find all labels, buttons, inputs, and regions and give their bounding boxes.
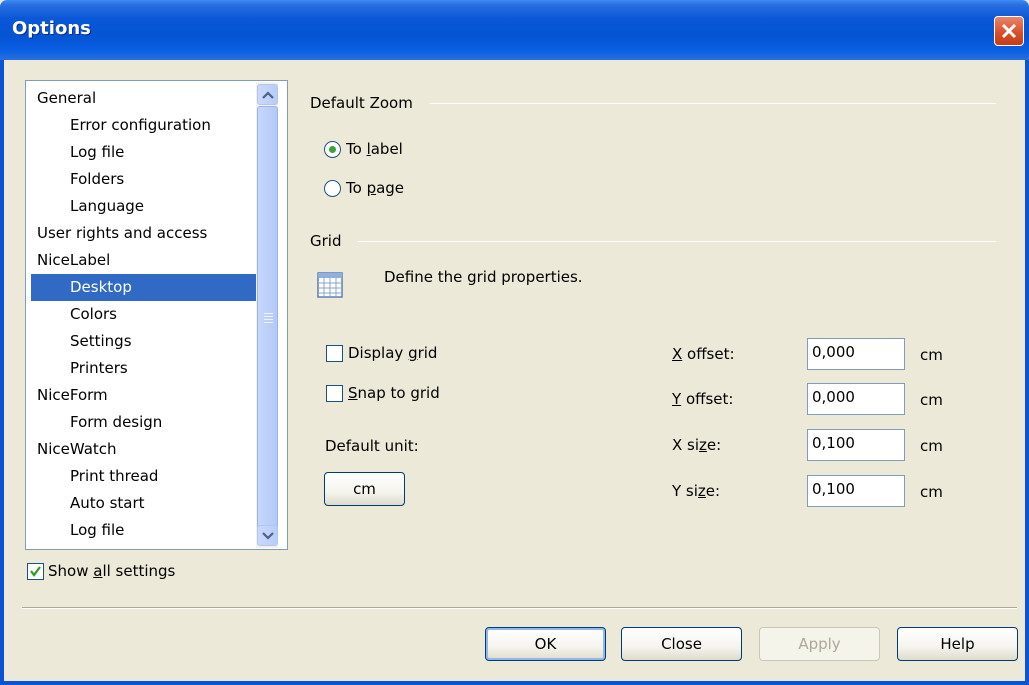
checkmark-icon	[30, 566, 41, 577]
tree-item-general[interactable]: General	[26, 85, 256, 112]
tree-item-colors[interactable]: Colors	[26, 301, 256, 328]
tree-item-folders[interactable]: Folders	[26, 166, 256, 193]
grid-icon	[317, 272, 343, 298]
scroll-up-button[interactable]	[257, 84, 278, 105]
tree-item-nicewatch[interactable]: NiceWatch	[26, 436, 256, 463]
tree-item-language[interactable]: Language	[26, 193, 256, 220]
scroll-down-button[interactable]	[257, 525, 278, 546]
x-offset-input[interactable]: 0,000	[807, 338, 905, 370]
tree-item-desktop[interactable]: Desktop	[31, 274, 256, 301]
display-grid-checkbox[interactable]	[326, 345, 343, 362]
grid-rule	[358, 241, 996, 242]
close-button[interactable]: Close	[621, 627, 742, 661]
to-label-label[interactable]: To label	[346, 140, 403, 158]
apply-button[interactable]: Apply	[759, 627, 880, 661]
x-offset-unit: cm	[920, 346, 943, 364]
settings-tree[interactable]: General Error configuration Log file Fol…	[25, 80, 288, 550]
grid-heading: Grid	[310, 232, 342, 250]
show-all-settings-checkbox[interactable]	[27, 563, 44, 580]
tree-item-log-file-2[interactable]: Log file	[26, 517, 256, 544]
tree-item-printers[interactable]: Printers	[26, 355, 256, 382]
grid-description: Define the grid properties.	[384, 268, 583, 286]
close-icon	[1001, 23, 1017, 39]
close-window-button[interactable]	[994, 16, 1024, 46]
show-all-settings-label[interactable]: Show all settings	[48, 562, 175, 580]
tree-item-nicelabel[interactable]: NiceLabel	[26, 247, 256, 274]
title-bar: Options	[0, 0, 1029, 60]
scroll-thumb[interactable]	[257, 106, 278, 530]
tree-item-niceform[interactable]: NiceForm	[26, 382, 256, 409]
to-page-radio[interactable]	[324, 180, 341, 197]
default-zoom-heading: Default Zoom	[310, 94, 413, 112]
default-zoom-rule	[430, 103, 996, 104]
y-offset-unit: cm	[920, 391, 943, 409]
to-label-radio[interactable]	[324, 141, 341, 158]
ok-button[interactable]: OK	[485, 627, 606, 661]
unit-button[interactable]: cm	[324, 472, 405, 506]
y-offset-input[interactable]: 0,000	[807, 383, 905, 415]
snap-to-grid-label[interactable]: Snap to grid	[348, 384, 440, 402]
chevron-up-icon	[262, 91, 274, 99]
y-size-input[interactable]: 0,100	[807, 475, 905, 507]
tree-scrollbar[interactable]	[256, 82, 278, 548]
tree-item-log-file[interactable]: Log file	[26, 139, 256, 166]
to-page-label[interactable]: To page	[346, 179, 404, 197]
x-size-unit: cm	[920, 437, 943, 455]
y-size-label: Y size:	[672, 482, 721, 500]
chevron-down-icon	[262, 532, 274, 540]
x-size-label: X size:	[672, 436, 722, 454]
tree-item-auto-start[interactable]: Auto start	[26, 490, 256, 517]
snap-to-grid-checkbox[interactable]	[326, 385, 343, 402]
tree-item-print-thread[interactable]: Print thread	[26, 463, 256, 490]
help-button[interactable]: Help	[897, 627, 1018, 661]
default-unit-label: Default unit:	[325, 437, 419, 455]
tree-item-form-design[interactable]: Form design	[26, 409, 256, 436]
tree-item-error-configuration[interactable]: Error configuration	[26, 112, 256, 139]
window-title: Options	[12, 18, 91, 39]
x-offset-label: X offset:	[672, 345, 735, 363]
tree-item-user-rights[interactable]: User rights and access	[26, 220, 256, 247]
x-size-input[interactable]: 0,100	[807, 429, 905, 461]
y-offset-label: Y offset:	[672, 390, 734, 408]
y-size-unit: cm	[920, 483, 943, 501]
tree-item-settings[interactable]: Settings	[26, 328, 256, 355]
button-separator	[22, 607, 1017, 609]
display-grid-label[interactable]: Display grid	[348, 344, 437, 362]
